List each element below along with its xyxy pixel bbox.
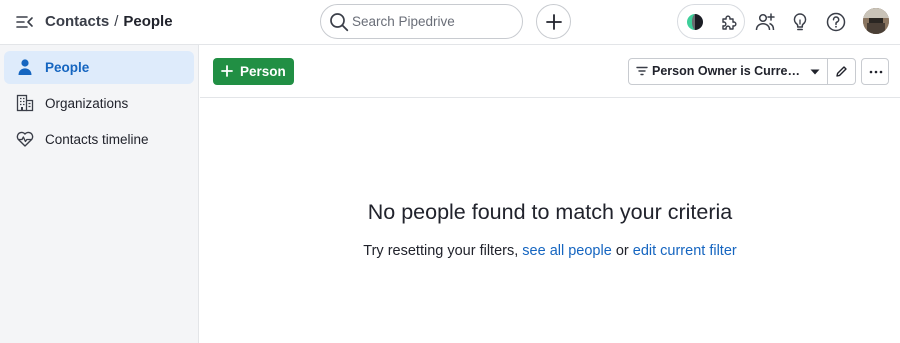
sidebar: People Organizations Contacts timeline [0,45,199,343]
empty-state-message: Try resetting your filters, see all peop… [200,243,900,259]
edit-filter-button[interactable] [828,59,855,84]
add-person-button[interactable]: Person [213,58,294,85]
lightbulb-icon[interactable] [789,11,811,33]
search-icon [330,13,349,32]
search-placeholder: Search Pipedrive [352,14,455,29]
add-person-label: Person [240,64,286,79]
breadcrumb-separator: / [114,13,119,30]
sidebar-item-label: Contacts timeline [45,132,149,147]
empty-state-middle: or [611,243,633,259]
filter-label: Person Owner is Current user [652,64,802,78]
chevron-down-icon [810,69,820,75]
building-icon [16,94,34,112]
heart-pulse-icon [16,131,34,147]
sidebar-item-people[interactable]: People [4,51,194,84]
breadcrumb-contacts[interactable]: Contacts [45,13,109,30]
sidebar-item-label: Organizations [45,96,129,111]
sidebar-item-label: People [45,60,90,75]
sidebar-item-contacts-timeline[interactable]: Contacts timeline [4,123,194,156]
avatar-image [863,8,889,34]
filter-group: Person Owner is Current user [628,58,856,85]
filter-dropdown[interactable]: Person Owner is Current user [629,59,828,84]
leaf-icon[interactable] [686,13,704,31]
more-dots-icon [869,70,883,74]
empty-state-title: No people found to match your criteria [367,200,733,224]
empty-state-prefix: Try resetting your filters, [363,243,523,259]
toolbar: Person Person Owner is Current user [200,45,900,98]
page-title: People [123,13,173,30]
top-bar: Contacts / People Search Pipedrive [0,0,900,45]
user-avatar[interactable] [863,8,889,34]
filter-icon [636,66,648,76]
more-actions-button[interactable] [861,58,889,85]
puzzle-icon[interactable] [720,13,738,31]
edit-current-filter-link[interactable]: edit current filter [633,243,737,259]
breadcrumb: Contacts / People [45,12,173,32]
plus-icon [221,65,233,77]
plus-icon [546,14,562,30]
pencil-icon [836,66,847,77]
main-content: Person Person Owner is Current user [200,45,900,343]
quick-add-button[interactable] [536,4,571,39]
people-plus-icon[interactable] [754,11,776,33]
search-input[interactable]: Search Pipedrive [320,4,523,39]
person-icon [18,59,32,75]
menu-collapse-icon[interactable] [16,13,34,31]
sidebar-item-organizations[interactable]: Organizations [4,87,194,120]
see-all-people-link[interactable]: see all people [522,243,612,259]
apps-group [677,4,745,39]
question-icon[interactable] [825,11,847,33]
